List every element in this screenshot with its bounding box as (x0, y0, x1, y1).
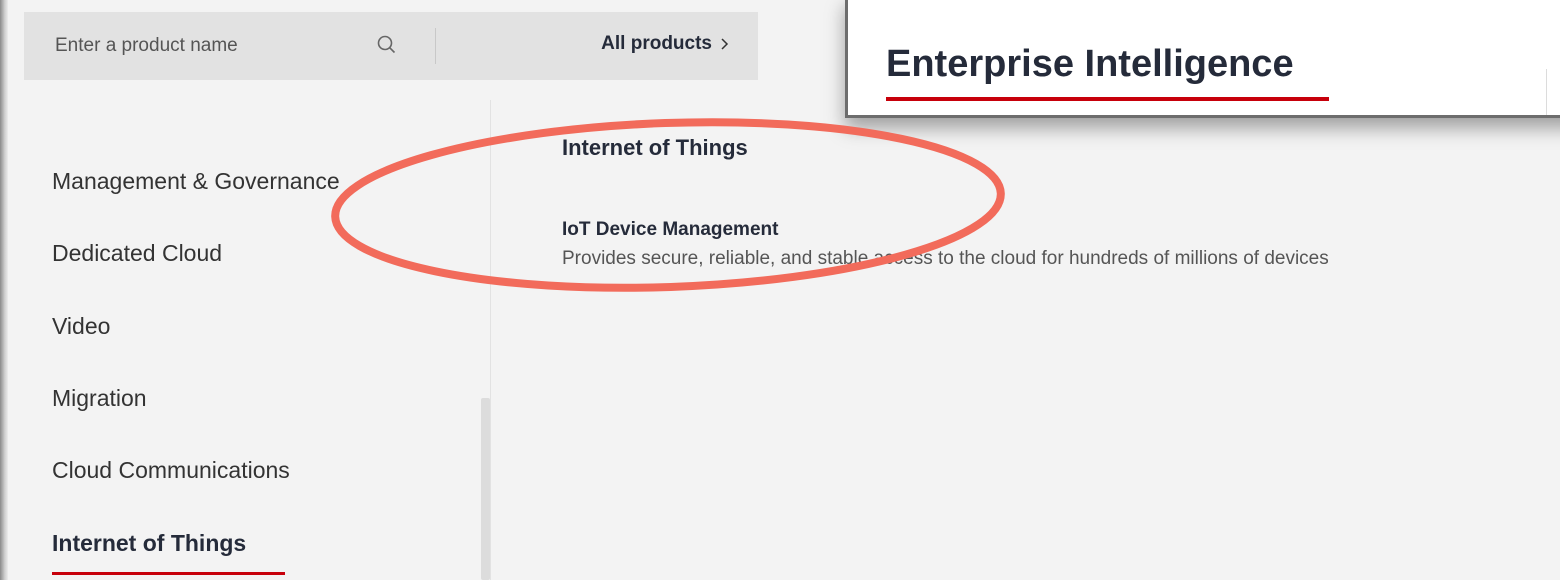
search-bar: All products (24, 12, 758, 80)
search-icon[interactable] (376, 34, 398, 56)
inset-title-underline (886, 97, 1329, 101)
active-item-underline (52, 572, 285, 575)
search-input[interactable] (24, 12, 354, 80)
sidebar-item-cloud-communications[interactable]: Cloud Communications (52, 457, 290, 484)
sidebar-scrollbar[interactable] (481, 398, 490, 580)
inset-title: Enterprise Intelligence (886, 43, 1294, 85)
sidebar-divider (490, 100, 491, 580)
product-link-iot-device-management[interactable]: IoT Device Management (562, 219, 778, 241)
product-description: Provides secure, reliable, and stable ac… (562, 248, 1329, 269)
sidebar-item-internet-of-things[interactable]: Internet of Things (52, 530, 246, 557)
sidebar-item-migration[interactable]: Migration (52, 385, 147, 412)
chevron-right-icon (721, 38, 729, 50)
all-products-label: All products (601, 33, 712, 54)
category-sidebar: Management & Governance Dedicated Cloud … (0, 100, 490, 580)
inset-divider (1546, 69, 1547, 115)
sidebar-item-management-governance[interactable]: Management & Governance (52, 168, 340, 195)
category-heading: Internet of Things (562, 135, 748, 160)
zoom-inset-panel: Enterprise Intelligence (845, 0, 1560, 118)
sidebar-item-dedicated-cloud[interactable]: Dedicated Cloud (52, 240, 222, 267)
sidebar-item-video[interactable]: Video (52, 313, 110, 340)
search-separator (435, 28, 436, 64)
all-products-link[interactable]: All products (601, 33, 730, 55)
